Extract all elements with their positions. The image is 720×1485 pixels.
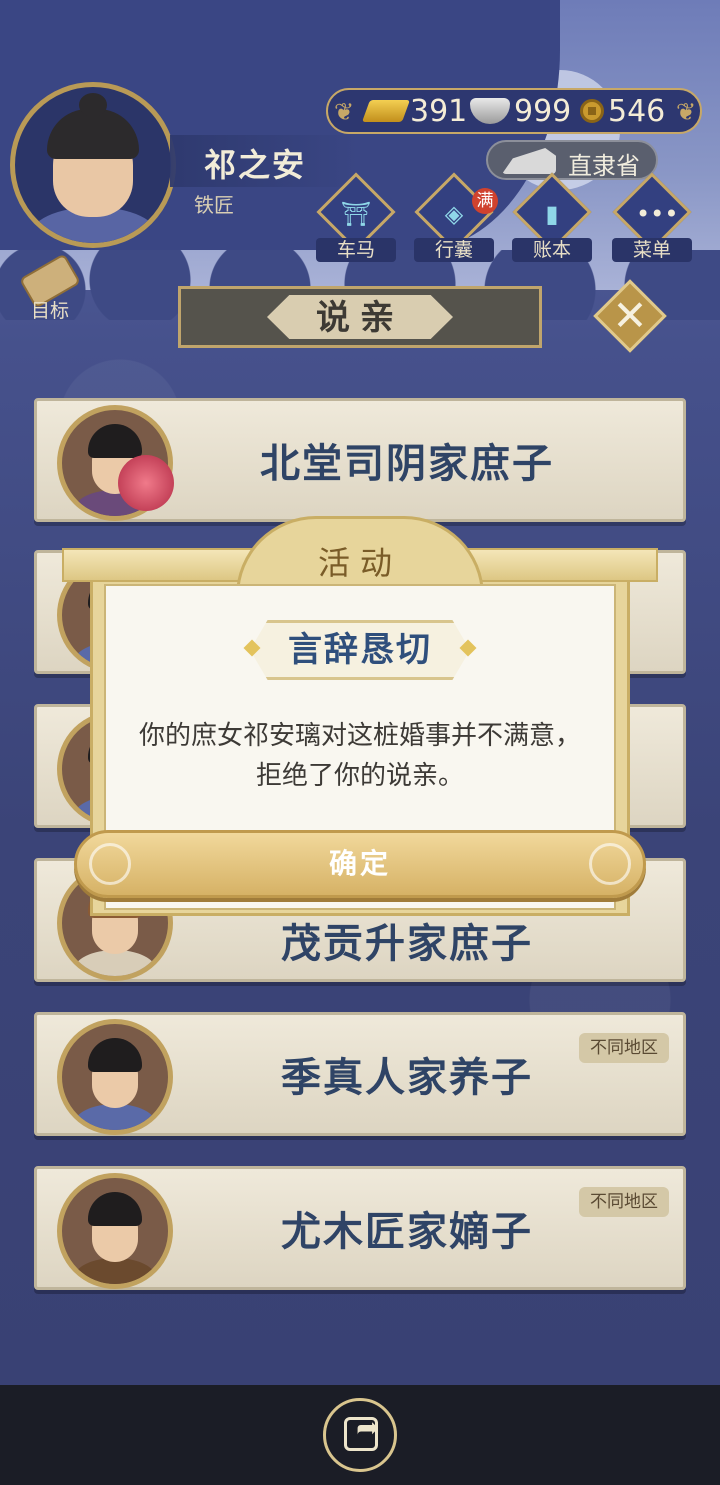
gold-count: 391 (410, 94, 468, 129)
close-icon[interactable]: ✕ (604, 288, 656, 344)
bamboo-leaf-icon: ❦ (676, 98, 697, 126)
candidate-card[interactable]: 尤木匠家嫡子 不同地区 (34, 1166, 686, 1290)
region-label: 直隶省 (568, 152, 640, 180)
nav-carriage-button[interactable]: ⛩ 车马 (316, 172, 396, 262)
candidate-card[interactable]: 季真人家养子 不同地区 (34, 1012, 686, 1136)
candidate-name: 北堂司阴家庶子 (260, 441, 554, 487)
nav-bag-button[interactable]: ◈ 行囊 满 (414, 172, 498, 262)
bag-icon: ◈ (444, 200, 464, 228)
dialog-header: 活动 (317, 544, 402, 582)
share-arrow-icon: ➦ (356, 1411, 380, 1444)
nav-ledger-button[interactable]: ▮ 账本 (512, 172, 592, 262)
resource-bar: ❦ 391 999 546 ❦ (326, 88, 702, 134)
nav-menu-button[interactable]: ••• 菜单 (612, 172, 692, 262)
candidate-avatar (57, 1173, 173, 1289)
bamboo-leaf-icon: ❦ (334, 98, 355, 126)
region-button[interactable]: 直隶省 (486, 140, 658, 180)
ledger-icon: ▮ (545, 200, 559, 228)
carriage-icon: ⛩ (340, 200, 372, 228)
umbrella-decoration (118, 455, 174, 511)
player-name: 祁之安 (204, 146, 307, 184)
player-avatar[interactable] (10, 82, 176, 248)
menu-icon: ••• (636, 200, 679, 228)
confirm-button[interactable]: 确定 (74, 830, 646, 898)
goal-button[interactable]: 目标 (10, 253, 90, 324)
full-badge: 满 (472, 188, 498, 214)
candidate-name: 茂贡升家庶子 (281, 921, 533, 967)
gold-ingot-icon (361, 100, 411, 122)
candidate-name: 季真人家养子 (281, 1055, 533, 1101)
player-job: 铁匠 (194, 193, 234, 217)
iron-icon (502, 148, 556, 174)
dialog-subtitle: 言辞恳切 (288, 630, 432, 670)
candidate-name: 尤木匠家嫡子 (281, 1209, 533, 1255)
silver-count: 999 (514, 94, 572, 129)
share-button[interactable]: ➦ (323, 1398, 397, 1472)
panel-title: 说亲 (316, 298, 404, 338)
panel-title-banner: 说亲 (178, 286, 542, 348)
confirm-label: 确定 (328, 847, 391, 880)
silver-ingot-icon (470, 98, 510, 124)
different-region-tag: 不同地区 (579, 1187, 669, 1217)
copper-coin-icon (580, 99, 604, 123)
copper-count: 546 (608, 94, 666, 129)
different-region-tag: 不同地区 (579, 1033, 669, 1063)
dialog-message: 你的庶女祁安璃对这桩婚事并不满意，拒绝了你的说亲。 (138, 721, 581, 791)
candidate-avatar (57, 1019, 173, 1135)
